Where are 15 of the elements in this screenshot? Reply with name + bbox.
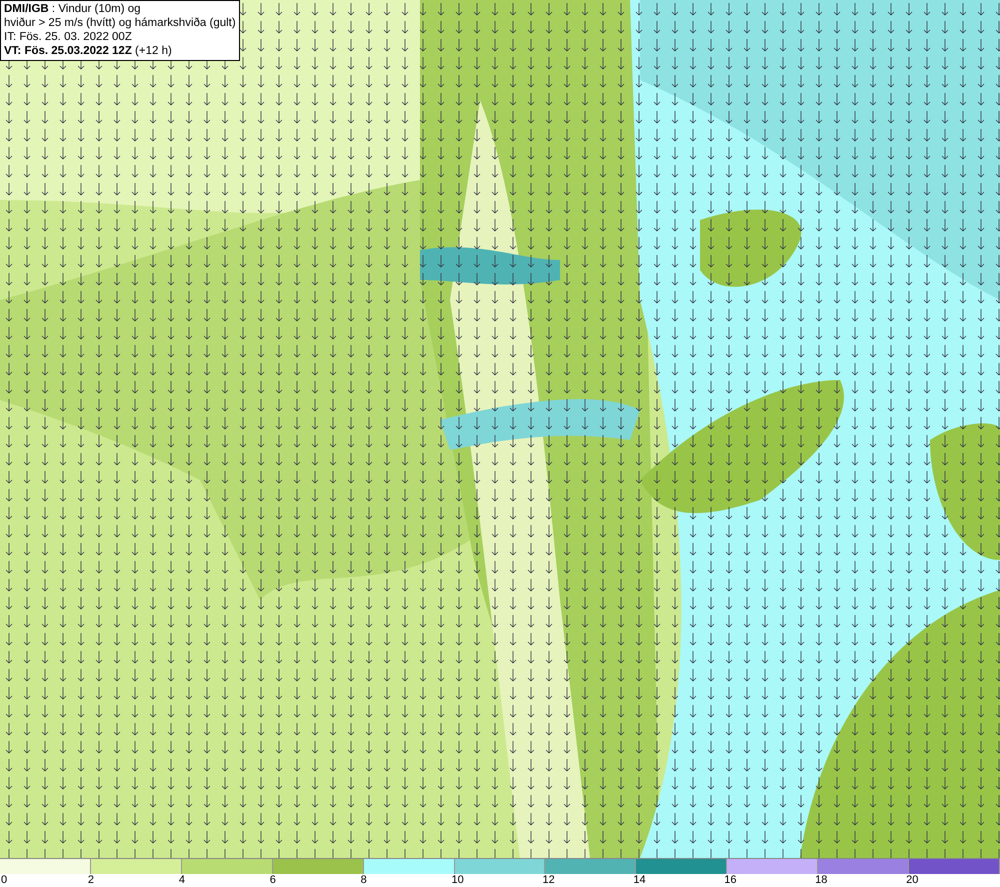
scale-label: 8 xyxy=(360,874,367,887)
scale-label: 14 xyxy=(633,874,646,887)
scale-label: 16 xyxy=(724,874,737,887)
title-line: IT: Fös. 25. 03. 2022 00Z xyxy=(4,30,133,44)
scale-label: 18 xyxy=(815,874,828,887)
scale-label: 10 xyxy=(452,874,464,887)
scale-label: 2 xyxy=(88,874,94,887)
scale-label: 0 xyxy=(1,874,8,887)
scale-label: 12 xyxy=(542,874,555,887)
title-line: DMI/IGB : Vindur (10m) og xyxy=(4,2,142,16)
title-line: VT: Fös. 25.03.2022 12Z (+12 h) xyxy=(4,44,173,58)
scale-label: 6 xyxy=(270,874,276,887)
scale-label: 4 xyxy=(178,874,185,887)
scale-label: 20 xyxy=(906,874,918,887)
title-line: hviður > 25 m/s (hvítt) og hámarkshviða (gult) xyxy=(4,16,236,30)
